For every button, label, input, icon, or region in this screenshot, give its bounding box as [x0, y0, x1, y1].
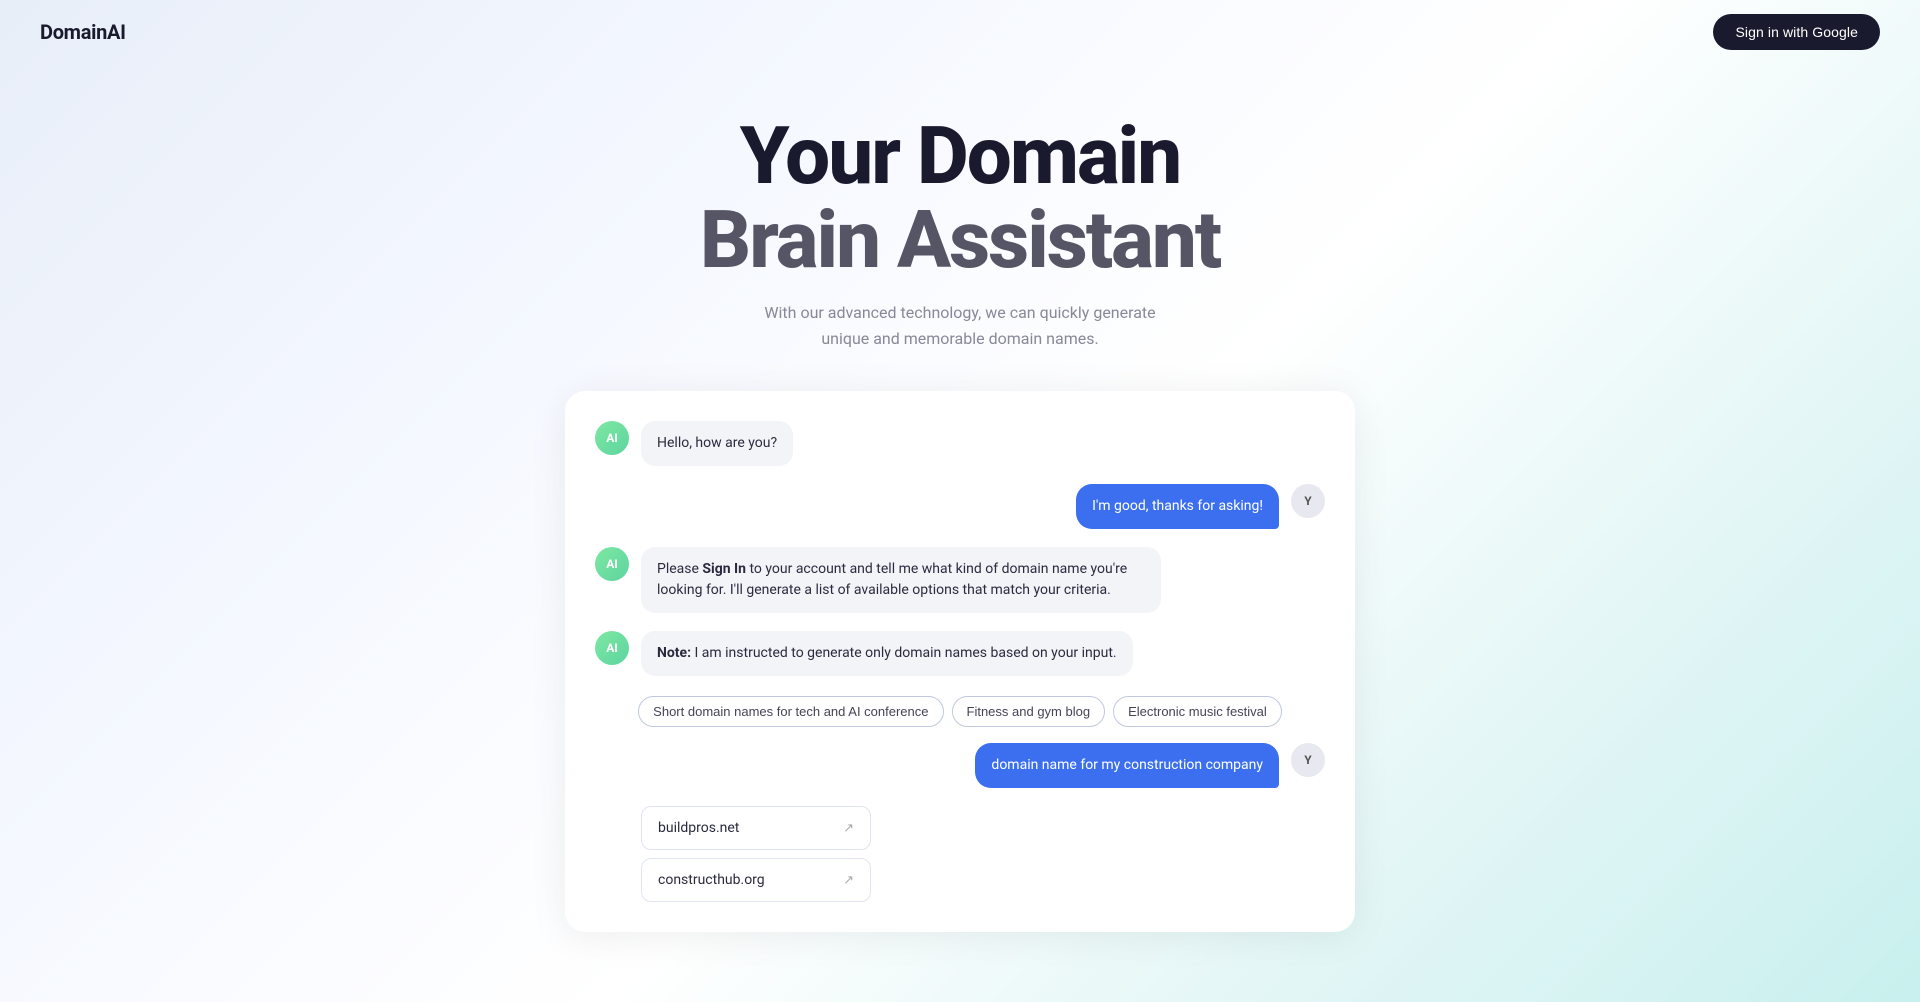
domain-results: buildpros.net ↗ constructhub.org ↗ [595, 806, 1325, 902]
hero-section: Your Domain Brain Assistant With our adv… [0, 64, 1920, 391]
avatar-ai: AI [595, 421, 629, 455]
message-row-ai-3: AI Note: I am instructed to generate onl… [595, 631, 1325, 676]
external-link-icon-2: ↗ [843, 873, 854, 888]
hero-title-line2: Brain Assistant [20, 198, 1900, 282]
avatar-ai-3: AI [595, 631, 629, 665]
domain-name-2: constructhub.org [658, 872, 765, 888]
external-link-icon-1: ↗ [843, 821, 854, 836]
suggestion-pill-2[interactable]: Fitness and gym blog [952, 696, 1106, 727]
message-row-user-2: Y domain name for my construction compan… [595, 743, 1325, 788]
hero-subtitle: With our advanced technology, we can qui… [740, 300, 1180, 351]
chat-container: AI Hello, how are you? Y I'm good, thank… [565, 391, 1355, 932]
message-bubble-ai-2: Please Sign In to your account and tell … [641, 547, 1161, 613]
header: DomainAI Sign in with Google [0, 0, 1920, 64]
avatar-user-2: Y [1291, 743, 1325, 777]
domain-item-1[interactable]: buildpros.net ↗ [641, 806, 871, 850]
avatar-ai-2: AI [595, 547, 629, 581]
message-bubble-user-1: I'm good, thanks for asking! [1076, 484, 1279, 529]
message-row-user-1: Y I'm good, thanks for asking! [595, 484, 1325, 529]
message-bubble-user-2: domain name for my construction company [975, 743, 1279, 788]
suggestion-row: Short domain names for tech and AI confe… [595, 696, 1325, 727]
domain-name-1: buildpros.net [658, 820, 739, 836]
suggestion-pill-1[interactable]: Short domain names for tech and AI confe… [638, 696, 943, 727]
logo: DomainAI [40, 20, 126, 44]
suggestion-pill-3[interactable]: Electronic music festival [1113, 696, 1282, 727]
message-row-ai-2: AI Please Sign In to your account and te… [595, 547, 1325, 613]
domain-item-2[interactable]: constructhub.org ↗ [641, 858, 871, 902]
sign-in-button[interactable]: Sign in with Google [1713, 14, 1880, 50]
message-bubble-ai-3: Note: I am instructed to generate only d… [641, 631, 1133, 676]
message-bubble-ai-1: Hello, how are you? [641, 421, 793, 466]
message-row-ai-1: AI Hello, how are you? [595, 421, 1325, 466]
avatar-user-1: Y [1291, 484, 1325, 518]
hero-title-line1: Your Domain [20, 114, 1900, 198]
